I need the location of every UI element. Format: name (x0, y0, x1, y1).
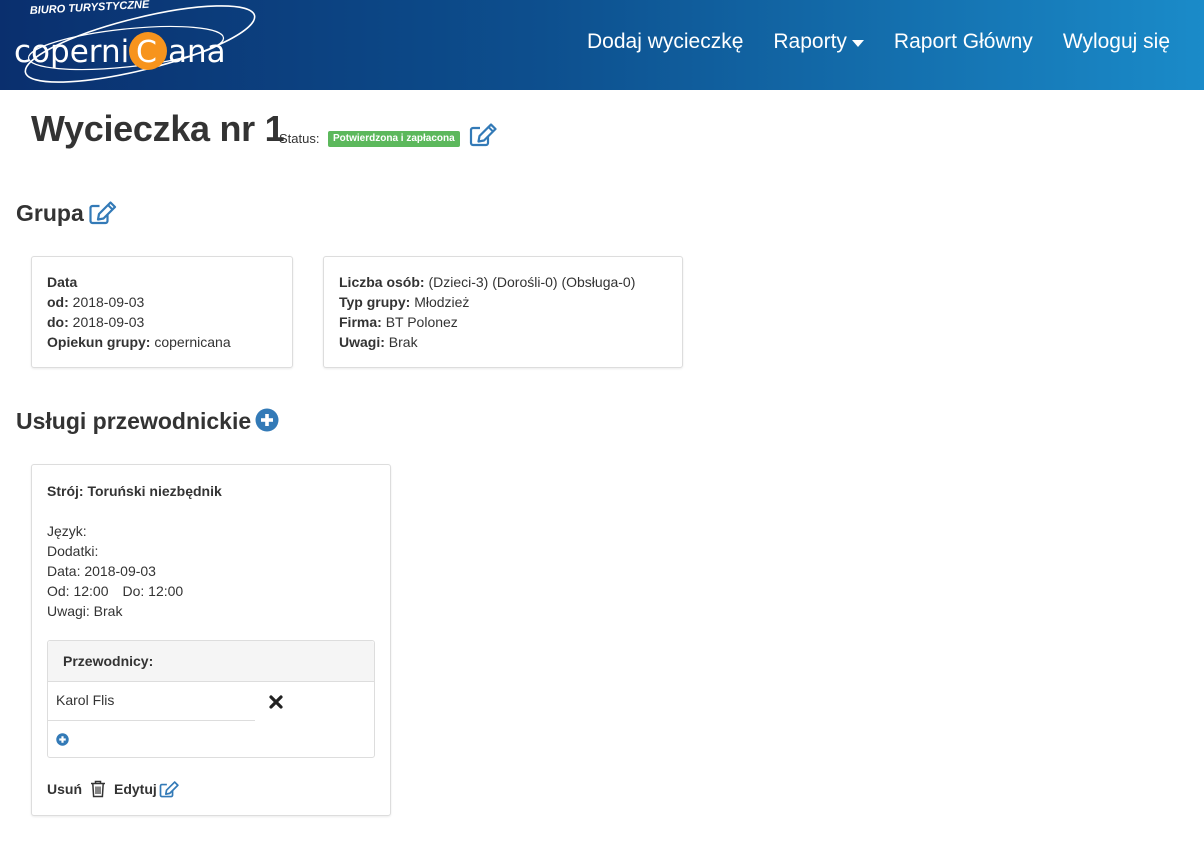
logo-right-text: ana (168, 34, 226, 70)
date-to: do: 2018-09-03 (47, 314, 145, 330)
status-label: Status: (279, 131, 320, 146)
group-heading: Grupa (16, 200, 84, 226)
group-notes: Uwagi: Brak (339, 334, 418, 350)
edit-icon[interactable] (469, 123, 497, 147)
group-details-panel: Liczba osób: (Dzieci-3) (Dorośli-0) (Obs… (323, 256, 683, 368)
edit-icon[interactable] (88, 201, 117, 225)
guides-heading: Przewodnicy: (48, 641, 374, 682)
page-title: Wycieczka nr 1 (31, 108, 285, 149)
date-from: od: 2018-09-03 (47, 294, 145, 310)
nav-logout-label: Wyloguj się (1062, 30, 1170, 53)
close-icon[interactable] (269, 695, 283, 709)
nav-main-report-label: Raport Główny (893, 30, 1033, 53)
logo-center-letter: C (136, 35, 157, 70)
service-date: Data: 2018-09-03 (47, 563, 156, 579)
service-time: Od: 12:00 Do: 12:00 (47, 581, 390, 601)
service-actions: Usuń Edytuj (47, 779, 179, 799)
company: Firma: BT Polonez (339, 314, 458, 330)
service-time-to: Do: 12:00 (122, 583, 184, 599)
group-type: Typ grupy: Młodzież (339, 294, 470, 310)
people-count: Liczba osób: (Dzieci-3) (Dorośli-0) (Obs… (339, 274, 636, 290)
service-notes: Uwagi: Brak (47, 603, 123, 619)
copernicana-logo[interactable]: BIURO TURYSTYCZNE coperni C ana (8, 0, 258, 90)
guide-list-item: Karol Flis (48, 682, 255, 721)
caret-down-icon (851, 39, 864, 47)
service-costume: Strój: Toruński niezbędnik (47, 483, 222, 499)
plus-circle-icon[interactable] (255, 408, 279, 432)
service-extras: Dodatki: (47, 543, 99, 559)
nav-add-trip[interactable]: Dodaj wycieczkę (587, 30, 743, 54)
main-nav: Dodaj wycieczkę Raporty Raport Główny Wy… (587, 0, 1204, 84)
logo-left-text: coperni (14, 34, 129, 70)
group-guardian: Opiekun grupy: copernicana (47, 334, 231, 350)
services-heading: Usługi przewodnickie (16, 408, 252, 434)
guides-panel: Przewodnicy: Karol Flis (47, 640, 375, 758)
nav-reports-dropdown[interactable]: Raporty (773, 30, 864, 54)
delete-button[interactable]: Usuń (47, 781, 82, 797)
nav-main-report[interactable]: Raport Główny (894, 30, 1033, 54)
group-dates-panel: Data od: 2018-09-03 do: 2018-09-03 Opiek… (31, 256, 293, 368)
date-heading: Data (47, 274, 78, 290)
edit-icon[interactable] (159, 780, 179, 798)
navbar: BIURO TURYSTYCZNE coperni C ana Dodaj wy… (0, 0, 1204, 90)
nav-add-trip-label: Dodaj wycieczkę (586, 30, 744, 53)
logo-top-text: BIURO TURYSTYCZNE (30, 0, 151, 17)
status-badge: Potwierdzona i zapłacona (328, 131, 460, 147)
edit-button[interactable]: Edytuj (114, 781, 157, 797)
trash-icon[interactable] (90, 780, 106, 798)
guide-name: Karol Flis (56, 692, 115, 708)
service-time-from: Od: 12:00 (47, 583, 109, 599)
plus-circle-icon[interactable] (56, 733, 69, 746)
service-language: Język: (47, 523, 87, 539)
nav-logout[interactable]: Wyloguj się (1063, 30, 1170, 54)
nav-reports-label: Raporty (773, 30, 847, 53)
